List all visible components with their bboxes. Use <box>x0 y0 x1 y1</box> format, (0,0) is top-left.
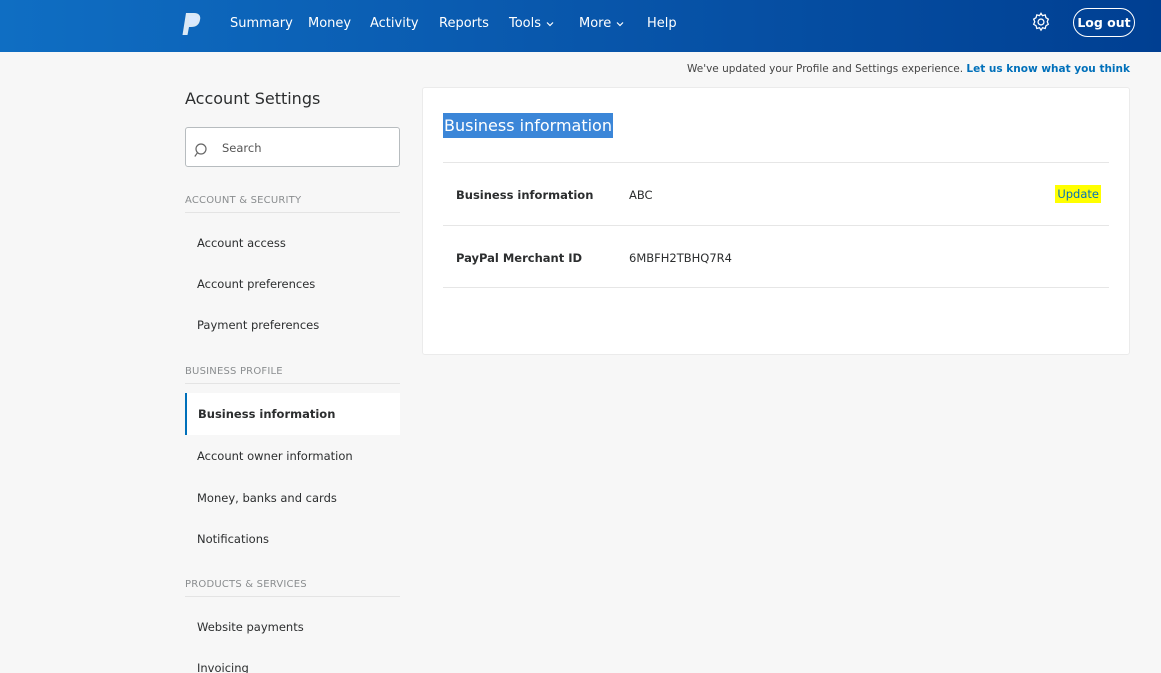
sidebar-item-invoicing[interactable]: Invoicing <box>197 661 249 673</box>
page-title: Business information <box>443 113 613 138</box>
section-heading-account-security: ACCOUNT & SECURITY <box>185 195 400 213</box>
nav-tools-label: Tools <box>509 16 542 31</box>
merchant-id-label: PayPal Merchant ID <box>456 251 583 265</box>
nav-summary[interactable]: Summary <box>230 16 293 31</box>
nav-reports-label: Reports <box>439 16 489 31</box>
gear-icon[interactable] <box>1030 11 1052 33</box>
divider <box>443 225 1109 226</box>
nav-more-label: More <box>579 16 612 31</box>
nav-activity[interactable]: Activity <box>370 16 419 31</box>
search-placeholder: Search <box>222 141 262 155</box>
sidebar-item-business-information[interactable]: Business information <box>185 393 400 435</box>
search-input[interactable]: Search <box>185 127 400 167</box>
section-heading-business-profile: BUSINESS PROFILE <box>185 366 400 384</box>
merchant-id-value: 6MBFH2TBHQ7R4 <box>629 251 732 265</box>
nav-help-label: Help <box>647 16 677 31</box>
top-nav-bar: Summary Money Activity Reports Tools Mor… <box>0 0 1161 52</box>
sidebar-item-account-access[interactable]: Account access <box>197 236 286 250</box>
logout-button[interactable]: Log out <box>1073 8 1135 37</box>
sidebar-title: Account Settings <box>185 89 321 108</box>
search-icon <box>194 143 207 157</box>
logout-label: Log out <box>1077 15 1131 30</box>
business-information-value: ABC <box>629 188 653 202</box>
sidebar-item-money-banks-cards[interactable]: Money, banks and cards <box>197 491 337 505</box>
nav-money[interactable]: Money <box>308 16 351 31</box>
chevron-down-icon <box>616 21 624 26</box>
notice-text: We've updated your Profile and Settings … <box>686 63 964 75</box>
sidebar-item-website-payments[interactable]: Website payments <box>197 620 304 634</box>
nav-reports[interactable]: Reports <box>439 16 489 31</box>
nav-summary-label: Summary <box>230 16 293 31</box>
nav-tools[interactable]: Tools <box>509 16 554 31</box>
sidebar-item-account-owner-information[interactable]: Account owner information <box>197 449 353 463</box>
update-link[interactable]: Update <box>1055 185 1101 203</box>
nav-help[interactable]: Help <box>647 16 677 31</box>
business-information-card: Business information Business informatio… <box>422 87 1130 355</box>
feedback-link[interactable]: Let us know what you think <box>966 63 1130 75</box>
nav-activity-label: Activity <box>370 16 419 31</box>
nav-money-label: Money <box>308 16 352 31</box>
sidebar-item-account-preferences[interactable]: Account preferences <box>197 277 315 291</box>
paypal-logo-icon[interactable] <box>181 12 203 36</box>
settings-update-notice: We've updated your Profile and Settings … <box>687 63 1130 75</box>
nav-more[interactable]: More <box>579 16 624 31</box>
business-information-label: Business information <box>456 188 594 202</box>
sidebar-item-label: Business information <box>198 407 336 421</box>
sidebar-item-notifications[interactable]: Notifications <box>197 532 269 546</box>
chevron-down-icon <box>546 21 554 26</box>
sidebar-item-payment-preferences[interactable]: Payment preferences <box>197 318 319 332</box>
section-heading-products-services: PRODUCTS & SERVICES <box>185 579 400 597</box>
divider <box>443 287 1109 288</box>
divider <box>443 162 1109 163</box>
